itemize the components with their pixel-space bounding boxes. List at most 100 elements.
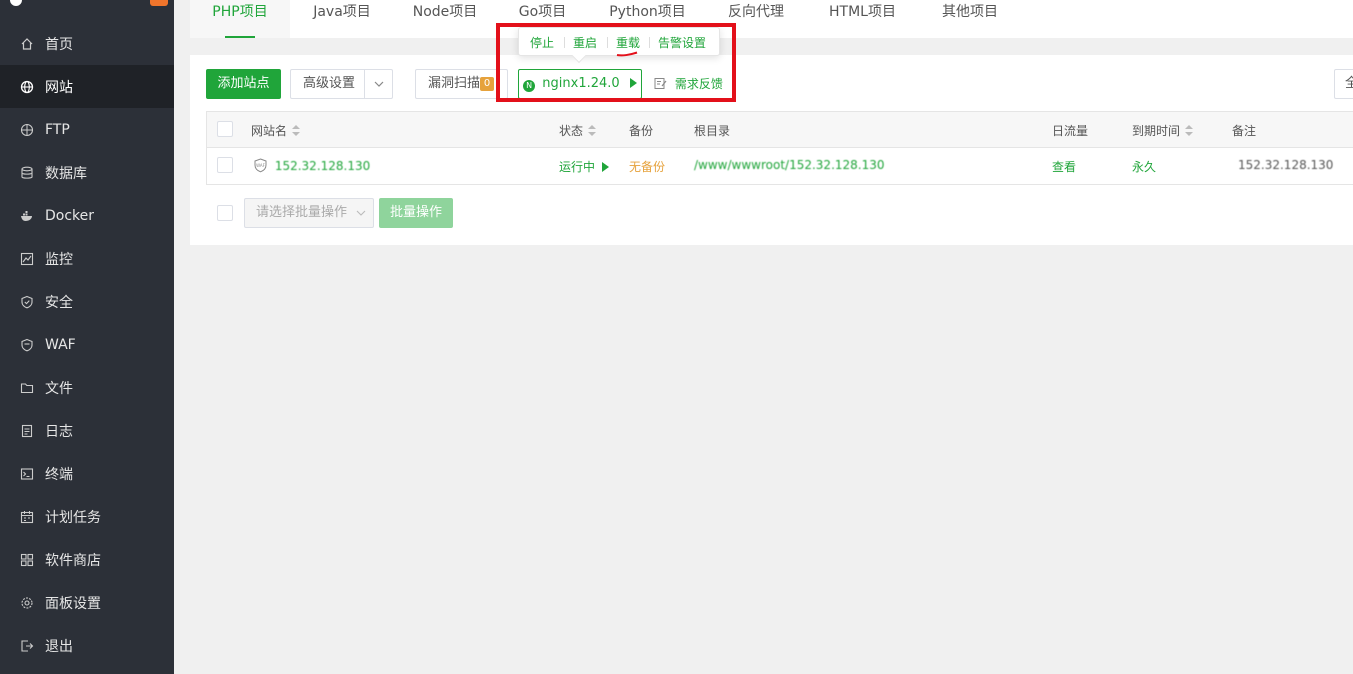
sidebar-item-security[interactable]: 安全 xyxy=(0,280,174,323)
advanced-settings-label: 高级设置 xyxy=(303,76,356,91)
col-root-dir: 根目录 xyxy=(694,124,731,138)
stop-link[interactable]: 停止 xyxy=(530,34,554,51)
sidebar-item-cron[interactable]: 计划任务 xyxy=(0,495,174,538)
sort-icon xyxy=(292,125,301,137)
nginx-version-label: nginx1.24.0 xyxy=(542,76,620,91)
sidebar-item-label: 安全 xyxy=(45,294,73,311)
sidebar-item-label: 文件 xyxy=(45,380,73,397)
row-checkbox[interactable] xyxy=(217,157,233,173)
tab-java[interactable]: Java项目 xyxy=(302,0,382,38)
tab-html[interactable]: HTML项目 xyxy=(820,0,905,38)
sidebar-item-monitor[interactable]: 监控 xyxy=(0,237,174,280)
ftp-globe-icon xyxy=(20,123,34,137)
tab-php[interactable]: PHP项目 xyxy=(190,0,290,38)
sidebar-item-ftp[interactable]: FTP xyxy=(0,108,174,151)
chevron-down-icon xyxy=(364,70,392,98)
batch-action-select[interactable]: 请选择批量操作 xyxy=(244,198,374,228)
chevron-down-icon xyxy=(355,199,367,238)
sidebar-item-docker[interactable]: Docker xyxy=(0,194,174,237)
feedback-link[interactable]: 需求反馈 xyxy=(654,75,723,93)
sidebar-item-logs[interactable]: 日志 xyxy=(0,409,174,452)
header-label: 到期时间 xyxy=(1132,124,1181,138)
sidebar-item-website[interactable]: 网站 xyxy=(0,65,174,108)
status-text: 运行中 xyxy=(559,160,596,174)
waf-shield-icon: WAF xyxy=(253,158,268,176)
separator xyxy=(607,37,608,48)
tab-other[interactable]: 其他项目 xyxy=(930,0,1010,38)
tab-label: 反向代理 xyxy=(728,4,784,20)
nginx-service-button[interactable]: N nginx1.24.0 xyxy=(518,69,642,99)
col-status[interactable]: 状态 xyxy=(559,122,597,139)
sidebar-item-label: 退出 xyxy=(45,638,73,655)
sidebar-item-home[interactable]: 首页 xyxy=(0,22,174,65)
backup-link[interactable]: 无备份 xyxy=(629,158,665,175)
sidebar-item-store[interactable]: 软件商店 xyxy=(0,538,174,581)
tab-label: HTML项目 xyxy=(829,4,896,20)
reload-link[interactable]: 重载 xyxy=(616,34,640,51)
sidebar-item-settings[interactable]: 面板设置 xyxy=(0,581,174,624)
sort-icon xyxy=(1185,125,1194,137)
advanced-settings-dropdown[interactable]: 高级设置 xyxy=(290,69,393,99)
sidebar-item-files[interactable]: 文件 xyxy=(0,366,174,409)
calendar-icon xyxy=(20,510,34,524)
sidebar-item-label: 数据库 xyxy=(45,165,87,182)
col-site-name[interactable]: 网站名 xyxy=(251,122,301,139)
sidebar-item-label: 计划任务 xyxy=(45,509,101,526)
shield-check-icon xyxy=(20,295,34,309)
add-site-button[interactable]: 添加站点 xyxy=(206,69,281,99)
sidebar: 首页 网站 FTP 数据库 Docker 监控 安全 WAF 文件 日志 终端 xyxy=(0,0,174,674)
expire-link[interactable]: 永久 xyxy=(1132,158,1156,175)
separator xyxy=(649,37,650,48)
tab-reverse-proxy[interactable]: 反向代理 xyxy=(716,0,796,38)
sidebar-item-terminal[interactable]: 终端 xyxy=(0,452,174,495)
site-table: 网站名 状态 备份 根目录 日流量 到期时间 备注 WAF 152.32.128… xyxy=(206,111,1353,185)
tab-label: PHP项目 xyxy=(212,4,268,20)
header-label: 状态 xyxy=(559,124,584,138)
sidebar-item-waf[interactable]: WAF xyxy=(0,323,174,366)
sidebar-item-logout[interactable]: 退出 xyxy=(0,624,174,667)
note-text[interactable]: 152.32.128.130 xyxy=(1238,158,1333,172)
tab-label: Python项目 xyxy=(609,4,686,20)
status-running[interactable]: 运行中 xyxy=(559,158,609,175)
select-all-checkbox[interactable] xyxy=(217,121,233,137)
traffic-view-link[interactable]: 查看 xyxy=(1052,158,1076,175)
project-tabs: PHP项目 Java项目 Node项目 Go项目 Python项目 反向代理 H… xyxy=(190,0,1353,38)
root-dir-link[interactable]: /www/wwwroot/152.32.128.130 xyxy=(694,158,885,172)
sidebar-item-label: Docker xyxy=(45,207,95,224)
nginx-icon: N xyxy=(523,80,536,92)
restart-link[interactable]: 重启 xyxy=(573,34,597,51)
logo-icon xyxy=(10,0,22,6)
log-document-icon xyxy=(20,424,34,438)
site-name-text: 152.32.128.130 xyxy=(274,159,371,173)
gear-icon xyxy=(20,596,34,610)
sort-icon xyxy=(588,125,597,137)
waf-shield-icon xyxy=(20,338,34,352)
tab-active-indicator xyxy=(225,36,255,38)
folder-icon xyxy=(20,381,34,395)
table-header: 网站名 状态 备份 根目录 日流量 到期时间 备注 xyxy=(207,112,1353,148)
batch-select-checkbox[interactable] xyxy=(217,205,233,221)
tab-node[interactable]: Node项目 xyxy=(405,0,485,38)
database-icon xyxy=(20,166,34,180)
sidebar-item-label: 监控 xyxy=(45,251,73,268)
main-content: PHP项目 Java项目 Node项目 Go项目 Python项目 反向代理 H… xyxy=(174,0,1353,674)
sidebar-item-label: 首页 xyxy=(45,36,73,53)
home-icon xyxy=(20,37,34,51)
sidebar-item-label: 网站 xyxy=(45,79,73,96)
separator xyxy=(564,37,565,48)
tab-label: 其他项目 xyxy=(942,4,998,20)
play-icon xyxy=(601,162,609,172)
col-expire[interactable]: 到期时间 xyxy=(1132,122,1194,139)
header-label: 网站名 xyxy=(251,124,288,138)
vuln-scan-button[interactable]: 漏洞扫描 0 xyxy=(415,69,508,99)
col-traffic: 日流量 xyxy=(1052,124,1089,138)
docker-icon xyxy=(20,209,34,223)
vuln-scan-label: 漏洞扫描 xyxy=(428,76,481,91)
alert-settings-link[interactable]: 告警设置 xyxy=(658,34,706,51)
sidebar-item-label: WAF xyxy=(45,336,76,353)
feedback-label: 需求反馈 xyxy=(674,77,723,91)
sidebar-item-database[interactable]: 数据库 xyxy=(0,151,174,194)
site-name-link[interactable]: WAF 152.32.128.130 xyxy=(253,158,370,176)
all-filter-button[interactable]: 全 xyxy=(1334,69,1353,99)
batch-action-button[interactable]: 批量操作 xyxy=(379,198,453,228)
